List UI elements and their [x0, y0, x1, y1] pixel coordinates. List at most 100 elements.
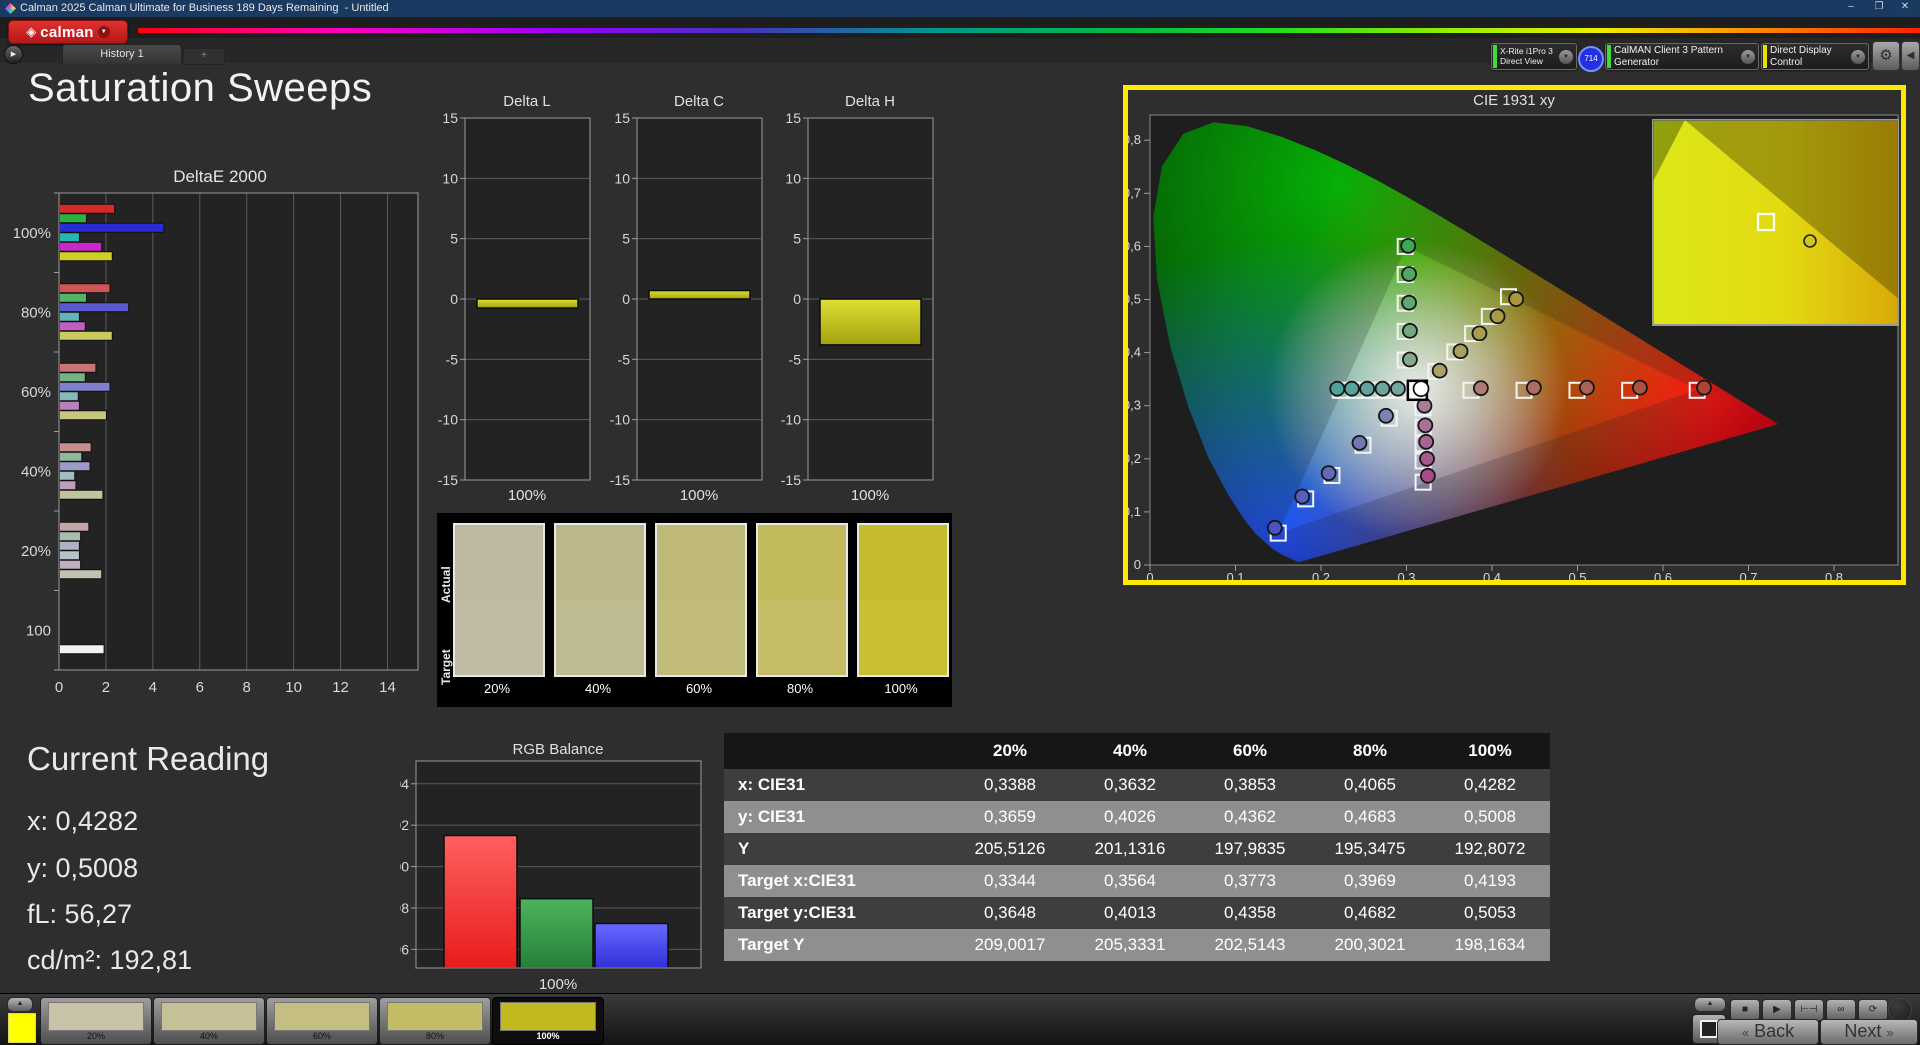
- svg-text:100%: 100%: [539, 976, 577, 993]
- swatch-compare-label: 40%: [584, 681, 612, 696]
- swatch-compare-60%: [655, 523, 747, 677]
- svg-text:-10: -10: [610, 412, 630, 428]
- svg-text:Delta L: Delta L: [503, 93, 551, 110]
- cie-measured-red: [1525, 379, 1542, 396]
- table-row: Y 205,5126 201,1316 197,9835 195,3475 192,807…: [724, 833, 1550, 865]
- svg-text:100%: 100%: [508, 487, 546, 504]
- display-chevron-icon: ▼: [1851, 49, 1865, 64]
- deltae-bar: [59, 569, 103, 580]
- tab-history-1[interactable]: History 1: [62, 44, 182, 64]
- target-swatch: [758, 600, 846, 675]
- table-cell: 201,1316: [1094, 839, 1166, 858]
- cie-1931-xy-chart: CIE 1931 xy0 0,1 0,2 0,3 0,4 0,5 0,6 0,7 0,800,1…: [1123, 85, 1906, 585]
- deltae-bar: [59, 644, 105, 655]
- cie-measured-green: [1402, 322, 1418, 339]
- patch-color-chip: [161, 1002, 257, 1031]
- svg-text:DeltaE 2000: DeltaE 2000: [173, 167, 267, 186]
- svg-text:-15: -15: [438, 472, 458, 488]
- add-tab-button[interactable]: +: [183, 48, 225, 65]
- patch-color-chip: [387, 1002, 483, 1031]
- deltae2000-chart: DeltaE 2000 0 2 4 6 8 10 12 14 100% 80% 60% 40% 20% 10…: [14, 167, 419, 696]
- swatch-compare-label: 80%: [786, 681, 814, 696]
- cie-measured-blue: [1351, 434, 1368, 451]
- deltae-bar: [59, 391, 79, 402]
- patch-button-100%[interactable]: 100%: [492, 997, 604, 1045]
- meter-mode: Direct View: [1500, 55, 1543, 66]
- collapse-arrow-icon: ◀: [1906, 50, 1915, 61]
- patch-button-20%[interactable]: 20%: [40, 997, 152, 1045]
- table-cell: 205,3331: [1094, 935, 1166, 954]
- current-patch-swatch: [8, 1013, 36, 1043]
- close-button[interactable]: ✕: [1894, 1, 1916, 15]
- target-row-label: Target: [439, 649, 453, 685]
- actual-swatch: [556, 525, 644, 600]
- restore-button[interactable]: ❐: [1868, 1, 1890, 15]
- svg-text:60%: 60%: [21, 384, 51, 401]
- svg-text:RGB Balance: RGB Balance: [513, 741, 604, 758]
- meter-count-badge[interactable]: 714: [1578, 46, 1604, 72]
- expand-transport-button[interactable]: ▲: [1694, 997, 1726, 1012]
- expand-swatch-panel-button[interactable]: ▲: [7, 997, 33, 1012]
- cie-measured-yellow: [1471, 325, 1488, 342]
- patch-button-80%[interactable]: 80%: [379, 997, 491, 1045]
- table-row: Target x:CIE31 0,3344 0,3564 0,3773 0,3969 0,…: [724, 865, 1550, 897]
- table-cell: 209,0017: [974, 935, 1046, 954]
- cie-measured-blue: [1320, 465, 1337, 482]
- minimize-button[interactable]: –: [1840, 1, 1862, 15]
- rgb-bar-red: [443, 834, 518, 969]
- table-cell: 195,3475: [1334, 839, 1406, 858]
- svg-text:2: 2: [102, 679, 110, 696]
- range-button[interactable]: ⊢⊣: [1794, 999, 1824, 1021]
- cie-measured-cyan: [1390, 380, 1406, 397]
- svg-text:-5: -5: [789, 351, 802, 367]
- svg-text:0: 0: [1134, 557, 1141, 572]
- stop-button[interactable]: ■: [1730, 999, 1760, 1021]
- delta-c-chart: Delta C 15 10 5 0 -5 -10 -15 100%: [610, 93, 763, 504]
- deltae-bar: [59, 362, 97, 373]
- calman-logo-text: calman: [40, 23, 94, 41]
- table-row-label: Target y:CIE31: [738, 903, 856, 922]
- pattern-chevron-icon: ▼: [1741, 49, 1755, 64]
- display-control-dropdown[interactable]: Direct Display Control ▼: [1761, 43, 1869, 70]
- settings-button[interactable]: ⚙: [1872, 41, 1900, 71]
- tab-scroll-button[interactable]: ▶: [4, 45, 23, 64]
- cie-measured-blue: [1294, 488, 1311, 505]
- calman-diamond-icon: ◈: [26, 24, 37, 39]
- deltae-bar: [59, 531, 82, 542]
- table-cell: 0,5008: [1464, 807, 1516, 826]
- display-name: Direct Display Control: [1770, 45, 1832, 68]
- svg-text:-15: -15: [781, 472, 801, 488]
- table-cell: 0,4362: [1224, 807, 1276, 826]
- next-button[interactable]: Next »: [1820, 1019, 1918, 1045]
- loop-button[interactable]: ∞: [1826, 999, 1856, 1021]
- swatch-compare-40%: [554, 523, 646, 677]
- patch-button-40%[interactable]: 40%: [153, 997, 265, 1045]
- cie-measured-green: [1401, 294, 1417, 311]
- swatch-compare-label: 60%: [685, 681, 713, 696]
- stop-icon: [1700, 1020, 1718, 1038]
- svg-text:10: 10: [785, 170, 801, 186]
- svg-text:5: 5: [622, 231, 630, 247]
- play-button[interactable]: ▶: [1762, 999, 1792, 1021]
- meter-dropdown[interactable]: X-Rite i1Pro 3 Direct View ▼: [1491, 43, 1577, 70]
- pattern-generator-dropdown[interactable]: CalMAN Client 3 Pattern Generator ▼: [1605, 43, 1759, 70]
- table-cell: 0,4026: [1104, 807, 1156, 826]
- next-label: Next: [1844, 1021, 1882, 1041]
- svg-text:10: 10: [285, 679, 302, 696]
- table-cell: 198,1634: [1454, 935, 1526, 954]
- calman-logo-button[interactable]: ◈ calman ▼: [8, 20, 128, 44]
- back-button[interactable]: « Back: [1717, 1019, 1819, 1045]
- swatch-compare-label: 100%: [884, 681, 918, 696]
- gear-icon: ⚙: [1879, 47, 1893, 64]
- target-swatch: [455, 600, 543, 675]
- table-cell: 192,8072: [1454, 839, 1526, 858]
- deltae-bar: [59, 400, 80, 411]
- collapse-panel-button[interactable]: ◀: [1901, 41, 1920, 71]
- refresh-button[interactable]: ⟳: [1858, 999, 1888, 1021]
- svg-text:-5: -5: [618, 351, 631, 367]
- deltae-bar: [59, 302, 130, 313]
- patch-button-60%[interactable]: 60%: [266, 997, 378, 1045]
- delta-bar: [476, 298, 579, 309]
- cie-measured-cyan: [1329, 380, 1346, 397]
- cie-measured-cyan: [1374, 380, 1391, 397]
